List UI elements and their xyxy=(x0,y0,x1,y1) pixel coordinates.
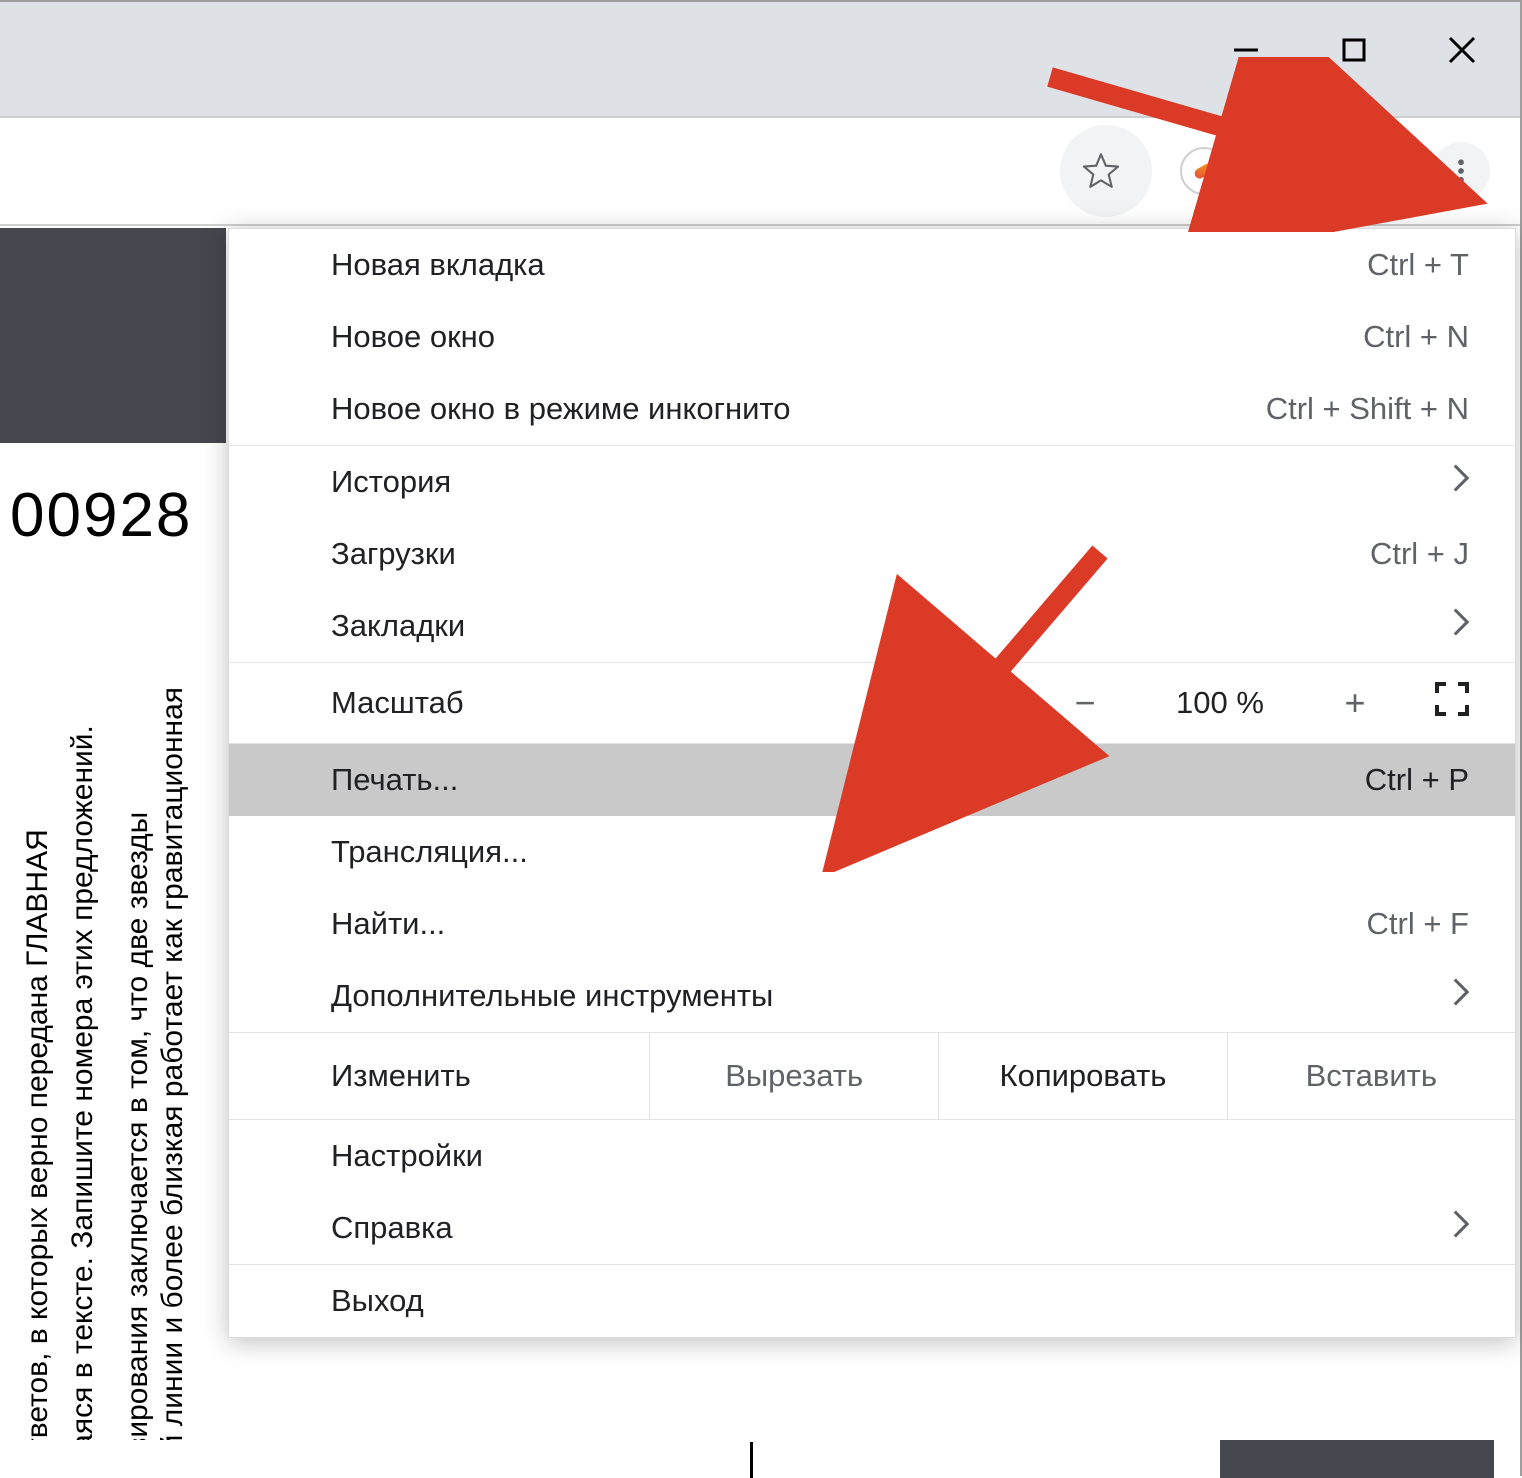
zoom-in-button[interactable]: + xyxy=(1335,682,1375,724)
menu-item-label: Изменить xyxy=(229,1033,649,1119)
page-dark-slab xyxy=(1220,1440,1494,1478)
copy-button[interactable]: Копировать xyxy=(938,1033,1226,1119)
menu-item-exit[interactable]: Выход xyxy=(229,1265,1515,1337)
fullscreen-icon[interactable] xyxy=(1435,682,1469,724)
page-number-fragment: 00928 xyxy=(10,480,192,551)
extension-icon[interactable] xyxy=(1180,147,1228,195)
menu-item-label: История xyxy=(331,464,451,500)
menu-item-settings[interactable]: Настройки xyxy=(229,1120,1515,1192)
menu-item-downloads[interactable]: Загрузки Ctrl + J xyxy=(229,518,1515,590)
page-text-line: цаяся в тексте. Запишите номера этих пре… xyxy=(65,598,100,1468)
menu-button[interactable] xyxy=(1432,142,1490,200)
menu-item-shortcut: Ctrl + T xyxy=(1367,247,1469,283)
menu-item-zoom: Масштаб − 100 % + xyxy=(229,663,1515,743)
chevron-right-icon xyxy=(1453,464,1469,500)
page-text-line: ответов, в которых верно передана ГЛАВНА… xyxy=(20,598,55,1468)
menu-item-label: Печать... xyxy=(331,762,458,798)
chevron-right-icon xyxy=(1453,978,1469,1014)
page-text-line: ой линии и более близкая работает как гр… xyxy=(155,598,190,1468)
zoom-out-button[interactable]: − xyxy=(1065,682,1105,724)
menu-item-shortcut: Ctrl + N xyxy=(1363,319,1469,355)
menu-item-print[interactable]: Печать... Ctrl + P xyxy=(229,744,1515,816)
cut-button[interactable]: Вырезать xyxy=(650,1033,938,1119)
menu-item-help[interactable]: Справка xyxy=(229,1192,1515,1264)
page-vertical-line xyxy=(750,1442,753,1478)
menu-item-find[interactable]: Найти... Ctrl + F xyxy=(229,888,1515,960)
minimize-button[interactable] xyxy=(1226,30,1266,70)
chevron-right-icon xyxy=(1453,1210,1469,1246)
maximize-button[interactable] xyxy=(1334,30,1374,70)
page-text-line: нзирования заключается в том, что две зв… xyxy=(120,598,155,1468)
zoom-controls: − 100 % + xyxy=(1065,682,1469,724)
page-dark-banner xyxy=(0,228,226,443)
menu-item-label: Дополнительные инструменты xyxy=(331,978,773,1014)
menu-item-more-tools[interactable]: Дополнительные инструменты xyxy=(229,960,1515,1032)
menu-item-new-window[interactable]: Новое окно Ctrl + N xyxy=(229,301,1515,373)
toolbar xyxy=(0,118,1520,226)
menu-item-shortcut: Ctrl + Shift + N xyxy=(1266,391,1469,427)
menu-item-history[interactable]: История xyxy=(229,446,1515,518)
star-icon[interactable] xyxy=(1070,140,1132,202)
menu-item-bookmarks[interactable]: Закладки xyxy=(229,590,1515,662)
close-button[interactable] xyxy=(1442,30,1482,70)
menu-item-cast[interactable]: Трансляция... xyxy=(229,816,1515,888)
menu-item-shortcut: Ctrl + P xyxy=(1365,762,1469,798)
menu-item-label: Масштаб xyxy=(331,685,464,721)
chevron-right-icon xyxy=(1453,608,1469,644)
menu-item-label: Выход xyxy=(331,1283,424,1319)
profile-avatar[interactable] xyxy=(1346,142,1404,200)
menu-item-new-tab[interactable]: Новая вкладка Ctrl + T xyxy=(229,229,1515,301)
menu-item-label: Новое окно в режиме инкогнито xyxy=(331,391,790,427)
menu-item-label: Новая вкладка xyxy=(331,247,545,283)
menu-item-edit: Изменить Вырезать Копировать Вставить xyxy=(229,1033,1515,1119)
menu-item-label: Новое окно xyxy=(331,319,495,355)
extensions-puzzle-icon[interactable] xyxy=(1256,140,1318,202)
menu-item-incognito[interactable]: Новое окно в режиме инкогнито Ctrl + Shi… xyxy=(229,373,1515,445)
menu-item-label: Закладки xyxy=(331,608,465,644)
menu-item-label: Найти... xyxy=(331,906,445,942)
edit-buttons: Вырезать Копировать Вставить xyxy=(649,1033,1515,1119)
bookmark-star-area xyxy=(1060,125,1152,217)
menu-item-shortcut: Ctrl + F xyxy=(1367,906,1469,942)
menu-item-shortcut: Ctrl + J xyxy=(1370,536,1469,572)
main-menu: Новая вкладка Ctrl + T Новое окно Ctrl +… xyxy=(228,228,1516,1338)
menu-item-label: Загрузки xyxy=(331,536,456,572)
zoom-percentage: 100 % xyxy=(1165,685,1275,721)
menu-item-label: Трансляция... xyxy=(331,834,528,870)
browser-window: 00928 ответов, в которых верно передана … xyxy=(0,0,1522,1476)
menu-item-label: Настройки xyxy=(331,1138,483,1174)
paste-button[interactable]: Вставить xyxy=(1227,1033,1515,1119)
titlebar xyxy=(0,2,1520,118)
menu-item-label: Справка xyxy=(331,1210,453,1246)
